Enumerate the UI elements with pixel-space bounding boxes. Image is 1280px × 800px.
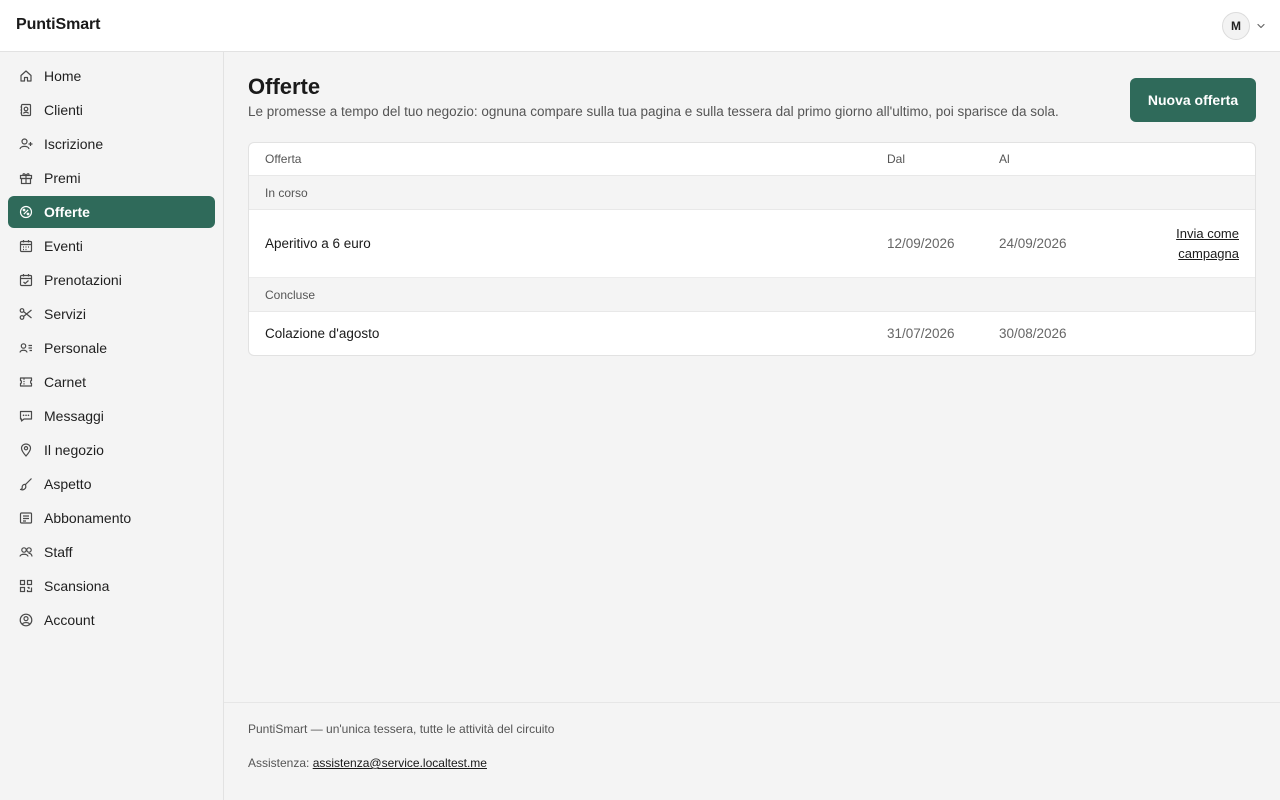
user-circle-icon [19, 613, 33, 627]
sidebar-item-label: Personale [44, 340, 108, 356]
group-label: Concluse [265, 287, 316, 302]
sidebar-item-eventi[interactable]: Eventi [8, 230, 215, 262]
sidebar-item-iscrizione[interactable]: Iscrizione [8, 128, 215, 160]
gift-icon [19, 171, 33, 185]
offer-to-date: 30/08/2026 [999, 326, 1067, 341]
column-header-offer: Offerta [265, 152, 302, 166]
sidebar-item-label: Scansiona [44, 578, 110, 594]
sidebar-item-label: Aspetto [44, 476, 92, 492]
group-header-concluse: Concluse [249, 278, 1255, 312]
sidebar-item-label: Carnet [44, 374, 87, 390]
home-icon [19, 69, 33, 83]
support-label: Assistenza: [248, 756, 310, 770]
user-plus-icon [19, 137, 33, 151]
sidebar-item-label: Home [44, 68, 82, 84]
ticket-icon [19, 375, 33, 389]
sidebar-item-label: Il negozio [44, 442, 104, 458]
sidebar-item-clienti[interactable]: Clienti [8, 94, 215, 126]
paintbrush-icon [19, 477, 33, 491]
sidebar-item-label: Messaggi [44, 408, 104, 424]
sidebar-item-account[interactable]: Account [8, 604, 215, 636]
sidebar: Home Clienti Iscrizione Premi Offerte Ev… [0, 52, 224, 800]
sidebar-item-il-negozio[interactable]: Il negozio [8, 434, 215, 466]
send-as-campaign-link[interactable]: Invia come campagna [1159, 224, 1239, 264]
sidebar-item-label: Staff [44, 544, 73, 560]
chevron-down-icon [1256, 21, 1266, 31]
sidebar-item-label: Eventi [44, 238, 83, 254]
sidebar-item-label: Premi [44, 170, 81, 186]
column-header-to: Al [999, 152, 1010, 166]
sidebar-item-label: Clienti [44, 102, 83, 118]
support-email-link[interactable]: assistenza@service.localtest.me [313, 756, 487, 770]
group-header-in-corso: In corso [249, 176, 1255, 210]
sidebar-item-messaggi[interactable]: Messaggi [8, 400, 215, 432]
page-title: Offerte [248, 74, 321, 99]
message-icon [19, 409, 33, 423]
sidebar-item-label: Iscrizione [44, 136, 104, 152]
avatar[interactable]: M [1222, 12, 1250, 40]
table-row: Colazione d'agosto 31/07/2026 30/08/2026 [249, 312, 1255, 355]
sidebar-item-label: Offerte [44, 204, 90, 220]
sidebar-item-scansiona[interactable]: Scansiona [8, 570, 215, 602]
offer-from-date: 31/07/2026 [887, 326, 955, 341]
group-label: In corso [265, 185, 308, 200]
user-list-icon [19, 341, 33, 355]
contacts-icon [19, 103, 33, 117]
discount-icon [19, 205, 33, 219]
users-icon [19, 545, 33, 559]
sidebar-item-premi[interactable]: Premi [8, 162, 215, 194]
offer-to-date: 24/09/2026 [999, 236, 1067, 251]
sidebar-item-offerte[interactable]: Offerte [8, 196, 215, 228]
offer-name: Colazione d'agosto [265, 326, 380, 341]
offers-table: Offerta Dal Al In corso Aperitivo a 6 eu… [248, 142, 1256, 356]
page-description: Le promesse a tempo del tuo negozio: ogn… [248, 104, 1059, 119]
calendar-icon [19, 239, 33, 253]
sidebar-item-staff[interactable]: Staff [8, 536, 215, 568]
footer: PuntiSmart — un'unica tessera, tutte le … [224, 702, 1280, 800]
calendar-check-icon [19, 273, 33, 287]
column-header-from: Dal [887, 152, 906, 166]
sidebar-item-carnet[interactable]: Carnet [8, 366, 215, 398]
table-row: Aperitivo a 6 euro 12/09/2026 24/09/2026… [249, 210, 1255, 278]
footer-tagline: PuntiSmart — un'unica tessera, tutte le … [248, 722, 555, 736]
table-header: Offerta Dal Al [249, 143, 1255, 176]
sidebar-item-label: Prenotazioni [44, 272, 122, 288]
sidebar-item-prenotazioni[interactable]: Prenotazioni [8, 264, 215, 296]
sidebar-item-label: Servizi [44, 306, 87, 322]
scissors-icon [19, 307, 33, 321]
sidebar-item-label: Abbonamento [44, 510, 132, 526]
sidebar-item-abbonamento[interactable]: Abbonamento [8, 502, 215, 534]
map-pin-icon [19, 443, 33, 457]
main-content: Offerte Le promesse a tempo del tuo nego… [224, 52, 1280, 702]
top-bar: PuntiSmart M [0, 0, 1280, 52]
offer-from-date: 12/09/2026 [887, 236, 955, 251]
qr-code-icon [19, 579, 33, 593]
receipt-icon [19, 511, 33, 525]
sidebar-item-servizi[interactable]: Servizi [8, 298, 215, 330]
sidebar-item-aspetto[interactable]: Aspetto [8, 468, 215, 500]
sidebar-item-home[interactable]: Home [8, 60, 215, 92]
user-menu[interactable]: M [1222, 12, 1266, 40]
sidebar-item-personale[interactable]: Personale [8, 332, 215, 364]
brand-logo[interactable]: PuntiSmart [16, 16, 100, 34]
new-offer-button[interactable]: Nuova offerta [1130, 78, 1256, 122]
footer-support: Assistenza: assistenza@service.localtest… [248, 756, 487, 770]
offer-name: Aperitivo a 6 euro [265, 236, 371, 251]
sidebar-item-label: Account [44, 612, 95, 628]
